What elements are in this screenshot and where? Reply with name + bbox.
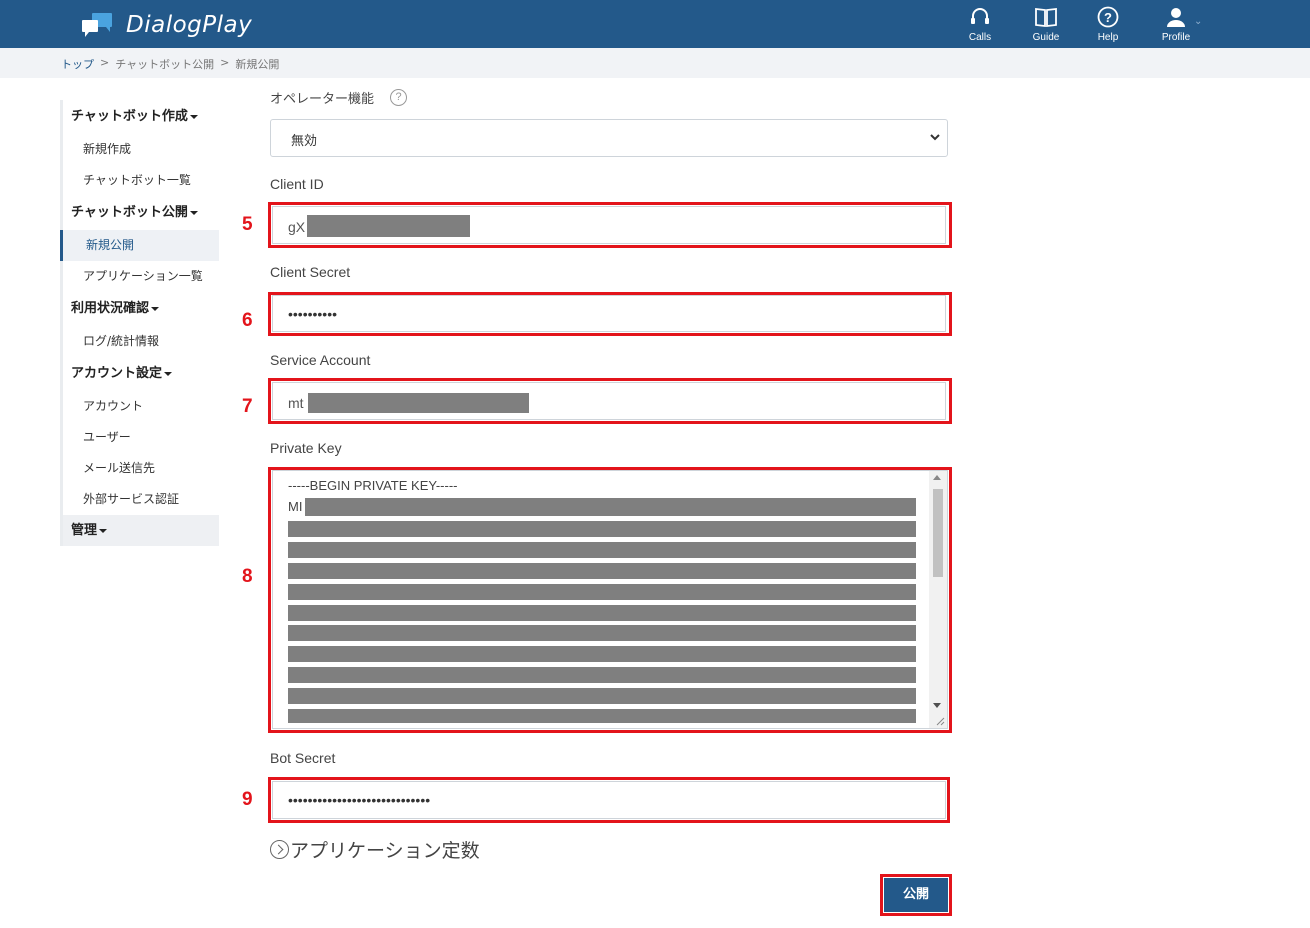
help-tooltip-icon[interactable]: ? — [390, 89, 407, 106]
annotation-5: 5 — [242, 214, 253, 235]
sidebar-item-new-publish[interactable]: 新規公開 — [60, 230, 219, 261]
nav-guide[interactable]: Guide — [1016, 6, 1076, 46]
chevron-right-circle-icon — [270, 840, 289, 859]
nav-calls[interactable]: Calls — [950, 6, 1010, 46]
annotation-6: 6 — [242, 310, 253, 331]
sidebar-item-external-auth[interactable]: 外部サービス認証 — [63, 484, 219, 515]
breadcrumb-separator: > — [100, 56, 110, 69]
sidebar-nav: チャットボット作成 新規作成 チャットボット一覧 チャットボット公開 新規公開 … — [60, 100, 219, 546]
sidebar-section-account: アカウント設定 アカウント ユーザー メール送信先 外部サービス認証 — [60, 357, 219, 515]
breadcrumb: トップ > チャットボット公開 > 新規公開 — [0, 48, 1310, 78]
sidebar-heading[interactable]: チャットボット作成 — [63, 100, 219, 134]
breadcrumb-top[interactable]: トップ — [61, 56, 94, 72]
sidebar-item-account[interactable]: アカウント — [63, 391, 219, 422]
breadcrumb-separator: > — [220, 56, 230, 69]
highlight-box — [268, 292, 952, 336]
nav-profile-label: Profile — [1161, 32, 1191, 43]
caret-down-icon — [189, 114, 198, 119]
app-constants-label: アプリケーション定数 — [290, 840, 480, 862]
highlight-box — [268, 777, 950, 823]
chevron-down-icon — [930, 134, 940, 141]
highlight-box — [268, 202, 952, 248]
chevron-down-icon[interactable]: ⌄ — [1194, 16, 1202, 27]
app-constants-toggle[interactable]: アプリケーション定数 — [270, 836, 480, 863]
operator-select[interactable]: 無効 — [270, 119, 948, 157]
sidebar-item-chatbot-list[interactable]: チャットボット一覧 — [63, 165, 219, 196]
sidebar-item-mail[interactable]: メール送信先 — [63, 453, 219, 484]
nav-guide-label: Guide — [1032, 32, 1060, 43]
book-icon — [1035, 7, 1057, 28]
app-name: DialogPlay — [126, 12, 253, 38]
annotation-8: 8 — [242, 566, 253, 587]
sidebar-section-create: チャットボット作成 新規作成 チャットボット一覧 — [60, 100, 219, 196]
highlight-box — [268, 378, 952, 424]
svg-text:?: ? — [1104, 10, 1112, 25]
annotation-9: 9 — [242, 789, 253, 810]
help-icon: ? — [1097, 6, 1119, 28]
annotation-7: 7 — [242, 396, 253, 417]
sidebar-heading[interactable]: チャットボット公開 — [63, 196, 219, 230]
headset-icon — [971, 8, 989, 24]
user-icon — [1167, 8, 1185, 27]
publish-button[interactable]: 公開 — [884, 878, 948, 912]
sidebar-heading[interactable]: アカウント設定 — [63, 357, 219, 391]
nav-help-label: Help — [1097, 32, 1119, 43]
top-navbar: DialogPlay Calls Guide ? Help Profile ⌄ — [0, 0, 1310, 48]
caret-down-icon — [99, 528, 108, 533]
sidebar-item-app-list[interactable]: アプリケーション一覧 — [63, 261, 219, 292]
sidebar-section-usage: 利用状況確認 ログ/統計情報 — [60, 292, 219, 357]
operator-select-value: 無効 — [291, 134, 318, 149]
sidebar-item-users[interactable]: ユーザー — [63, 422, 219, 453]
sidebar-item-logs[interactable]: ログ/統計情報 — [63, 326, 219, 357]
client-secret-label: Client Secret — [270, 264, 351, 280]
nav-calls-label: Calls — [968, 32, 992, 43]
nav-help[interactable]: ? Help — [1078, 6, 1138, 46]
operator-label: オペレーター機能 — [270, 92, 375, 107]
app-logo[interactable]: DialogPlay — [80, 10, 252, 40]
sidebar-section-publish: チャットボット公開 新規公開 アプリケーション一覧 — [60, 196, 219, 292]
sidebar-heading[interactable]: 利用状況確認 — [63, 292, 219, 326]
client-id-label: Client ID — [270, 176, 324, 192]
highlight-box — [268, 467, 952, 733]
sidebar-item-new[interactable]: 新規作成 — [63, 134, 219, 165]
caret-down-icon — [164, 371, 173, 376]
chat-bubbles-icon — [82, 13, 112, 37]
breadcrumb-chatbot-publish: チャットボット公開 — [115, 58, 215, 71]
caret-down-icon — [189, 210, 198, 215]
bot-secret-label: Bot Secret — [270, 750, 336, 766]
private-key-label: Private Key — [270, 440, 342, 456]
service-account-label: Service Account — [270, 352, 371, 368]
sidebar-item-admin[interactable]: 管理 — [60, 515, 219, 546]
caret-down-icon — [151, 306, 160, 311]
breadcrumb-current: 新規公開 — [235, 58, 280, 71]
